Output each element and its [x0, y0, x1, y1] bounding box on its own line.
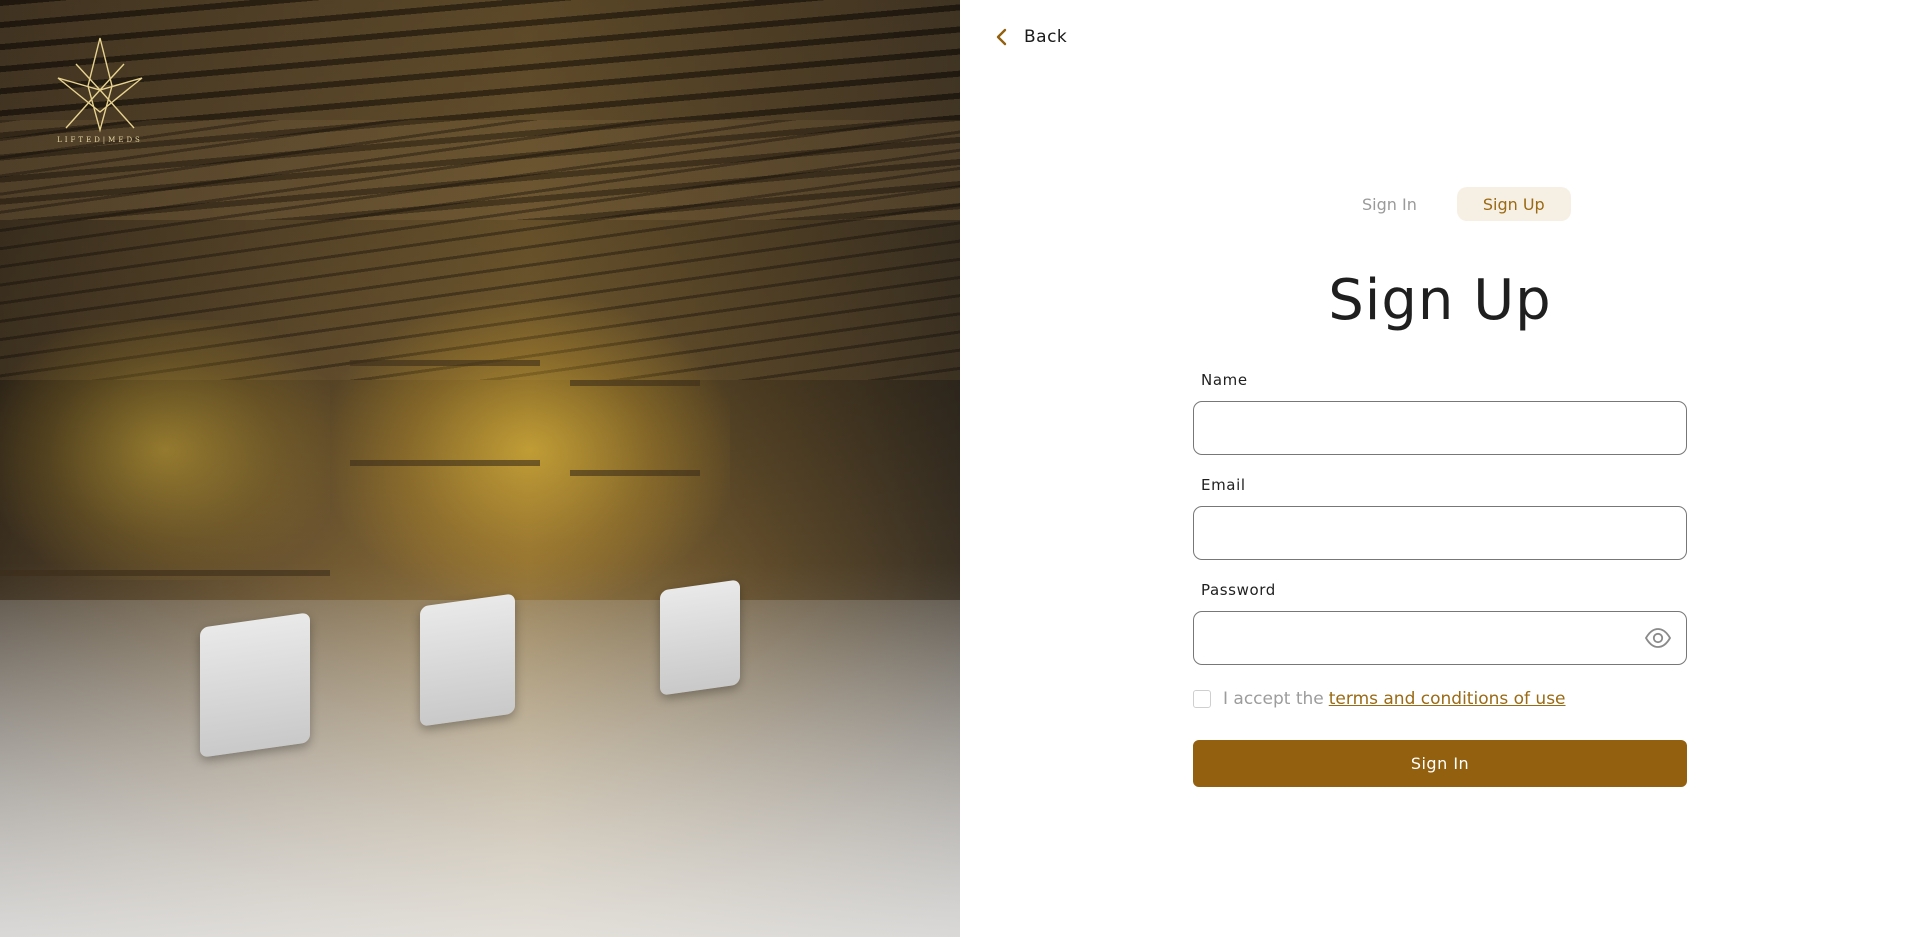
terms-link[interactable]: terms and conditions of use [1329, 689, 1566, 709]
hero-shelf [350, 360, 540, 366]
eye-icon[interactable] [1644, 626, 1672, 650]
email-label: Email [1201, 476, 1246, 494]
hero-image-panel: LIFTED|MEDS [0, 0, 960, 937]
name-field[interactable] [1193, 401, 1687, 455]
password-label: Password [1201, 581, 1276, 599]
tab-sign-in[interactable]: Sign In [1336, 187, 1443, 221]
tab-sign-up[interactable]: Sign Up [1456, 187, 1571, 221]
hero-shelf [570, 470, 700, 476]
page-title: Sign Up [1328, 268, 1552, 333]
hero-shelf [570, 380, 700, 386]
password-field[interactable] [1193, 611, 1687, 665]
auth-tabs: Sign In Sign Up [1336, 186, 1571, 222]
star-logo-icon [57, 37, 143, 133]
terms-checkbox[interactable] [1193, 690, 1211, 708]
hero-shelf [350, 460, 540, 466]
hero-shelf-glow-left [0, 320, 330, 580]
chevron-left-icon [996, 28, 1007, 46]
hero-terminal [660, 579, 740, 696]
email-field[interactable] [1193, 506, 1687, 560]
terms-prefix: I accept the [1223, 689, 1324, 709]
submit-button[interactable]: Sign In [1193, 740, 1687, 787]
hero-shelf-glow [330, 300, 730, 600]
brand-logo: LIFTED|MEDS [52, 34, 148, 150]
hero-shelf [0, 570, 330, 576]
brand-logo-text: LIFTED|MEDS [57, 136, 143, 144]
hero-terminal [420, 593, 515, 727]
terms-text: I accept the terms and conditions of use [1223, 689, 1566, 709]
back-button[interactable]: Back [992, 22, 1067, 52]
back-label: Back [1024, 27, 1068, 47]
hero-terminal [200, 612, 310, 758]
name-label: Name [1201, 371, 1248, 389]
terms-row: I accept the terms and conditions of use [1193, 687, 1566, 711]
